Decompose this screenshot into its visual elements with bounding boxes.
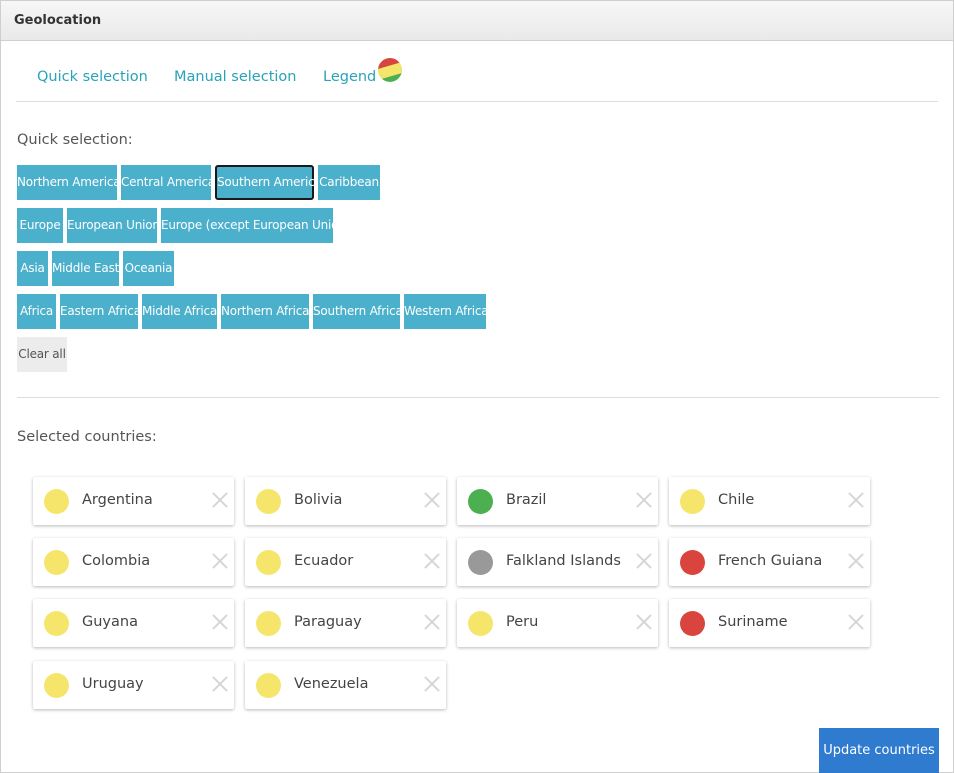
status-dot-icon xyxy=(680,489,705,514)
status-dot-icon xyxy=(680,550,705,575)
country-name: Chile xyxy=(718,492,755,508)
remove-country-icon[interactable] xyxy=(422,551,442,571)
remove-country-icon[interactable] xyxy=(634,612,654,632)
quick-btn-northern-africa[interactable]: Northern Africa xyxy=(221,294,310,329)
country-card: Colombia xyxy=(33,538,234,586)
remove-country-icon[interactable] xyxy=(210,551,230,571)
country-name: Brazil xyxy=(506,492,547,508)
quick-btn-africa[interactable]: Africa xyxy=(17,294,56,329)
status-dot-icon xyxy=(468,611,493,636)
quick-btn-asia[interactable]: Asia xyxy=(17,251,48,286)
quick-btn-middle-africa[interactable]: Middle Africa xyxy=(142,294,217,329)
status-dot-icon xyxy=(44,489,69,514)
quick-btn-europe[interactable]: Europe xyxy=(17,208,63,243)
country-name: French Guiana xyxy=(718,553,823,569)
country-card: Bolivia xyxy=(245,477,446,525)
country-card: Paraguay xyxy=(245,599,446,647)
country-card: Chile xyxy=(669,477,870,525)
status-dot-icon xyxy=(44,673,69,698)
tab-legend-label: Legend xyxy=(323,69,377,85)
panel-title: Geolocation xyxy=(14,13,102,28)
country-name: Paraguay xyxy=(294,614,362,630)
country-card: Suriname xyxy=(669,599,870,647)
country-card: Uruguay xyxy=(33,661,234,709)
status-dot-icon xyxy=(680,611,705,636)
quick-btn-oceania[interactable]: Oceania xyxy=(123,251,174,286)
quick-btn-southern-america[interactable]: Southern America xyxy=(215,165,322,200)
remove-country-icon[interactable] xyxy=(210,674,230,694)
quick-btn-central-america[interactable]: Central America xyxy=(121,165,215,200)
quick-btn-european-union[interactable]: European Union xyxy=(67,208,160,243)
country-name: Peru xyxy=(506,614,539,630)
country-name: Uruguay xyxy=(82,676,144,692)
section-divider xyxy=(17,397,939,398)
remove-country-icon[interactable] xyxy=(846,612,866,632)
country-card: Venezuela xyxy=(245,661,446,709)
country-card: Peru xyxy=(457,599,658,647)
panel-header: Geolocation xyxy=(1,1,953,41)
quick-btn-europe-except-eu[interactable]: Europe (except European Union) xyxy=(161,208,350,243)
update-countries-button[interactable]: Update countries xyxy=(819,728,939,773)
quick-btn-western-africa[interactable]: Western Africa xyxy=(404,294,489,329)
quick-btn-caribbean[interactable]: Caribbean xyxy=(318,165,380,200)
country-name: Colombia xyxy=(82,553,151,569)
status-dot-icon xyxy=(256,550,281,575)
country-name: Argentina xyxy=(82,492,153,508)
status-dot-icon xyxy=(256,611,281,636)
tab-bar: Quick selection Manual selection Legend xyxy=(16,58,938,102)
status-dot-icon xyxy=(44,550,69,575)
country-card: Argentina xyxy=(33,477,234,525)
country-name: Bolivia xyxy=(294,492,343,508)
remove-country-icon[interactable] xyxy=(422,674,442,694)
remove-country-icon[interactable] xyxy=(846,490,866,510)
tab-quick-selection[interactable]: Quick selection xyxy=(37,69,148,85)
country-card: Guyana xyxy=(33,599,234,647)
country-name: Ecuador xyxy=(294,553,354,569)
status-dot-icon xyxy=(468,489,493,514)
remove-country-icon[interactable] xyxy=(210,490,230,510)
status-dot-icon xyxy=(256,489,281,514)
remove-country-icon[interactable] xyxy=(846,551,866,571)
country-name: Venezuela xyxy=(294,676,369,692)
geolocation-panel: Geolocation Quick selection Manual selec… xyxy=(0,0,954,773)
country-name: Falkland Islands xyxy=(506,553,621,569)
quick-btn-eastern-africa[interactable]: Eastern Africa xyxy=(60,294,141,329)
remove-country-icon[interactable] xyxy=(422,612,442,632)
quick-selection-label: Quick selection: xyxy=(17,132,133,148)
country-card: Brazil xyxy=(457,477,658,525)
quick-btn-southern-africa[interactable]: Southern Africa xyxy=(313,294,403,329)
status-dot-icon xyxy=(468,550,493,575)
quick-btn-northern-america[interactable]: Northern America xyxy=(17,165,121,200)
quick-btn-middle-east[interactable]: Middle East xyxy=(52,251,119,286)
status-dot-icon xyxy=(44,611,69,636)
country-card: French Guiana xyxy=(669,538,870,586)
clear-all-button[interactable]: Clear all xyxy=(17,337,67,372)
remove-country-icon[interactable] xyxy=(210,612,230,632)
tab-manual-selection[interactable]: Manual selection xyxy=(174,69,296,85)
status-dot-icon xyxy=(256,673,281,698)
country-card: Falkland Islands xyxy=(457,538,658,586)
remove-country-icon[interactable] xyxy=(422,490,442,510)
tab-legend[interactable]: Legend xyxy=(323,69,376,85)
selected-countries-label: Selected countries: xyxy=(17,429,157,445)
remove-country-icon[interactable] xyxy=(634,551,654,571)
remove-country-icon[interactable] xyxy=(634,490,654,510)
legend-icon[interactable] xyxy=(378,58,402,82)
country-card: Ecuador xyxy=(245,538,446,586)
country-name: Guyana xyxy=(82,614,138,630)
country-name: Suriname xyxy=(718,614,788,630)
